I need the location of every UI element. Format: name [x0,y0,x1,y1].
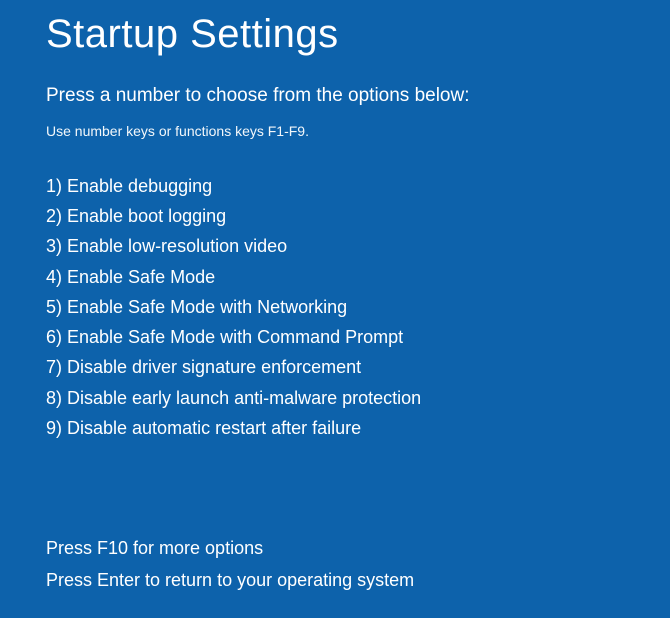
instruction-text: Press a number to choose from the option… [46,85,624,107]
option-item[interactable]: 8) Disable early launch anti-malware pro… [46,383,624,413]
option-item[interactable]: 7) Disable driver signature enforcement [46,352,624,382]
hint-text: Use number keys or functions keys F1-F9. [46,123,624,139]
option-item[interactable]: 1) Enable debugging [46,171,624,201]
option-item[interactable]: 3) Enable low-resolution video [46,231,624,261]
option-item[interactable]: 6) Enable Safe Mode with Command Prompt [46,322,624,352]
option-item[interactable]: 9) Disable automatic restart after failu… [46,413,624,443]
option-item[interactable]: 4) Enable Safe Mode [46,262,624,292]
more-options-text: Press F10 for more options [46,533,624,565]
option-item[interactable]: 5) Enable Safe Mode with Networking [46,292,624,322]
return-text: Press Enter to return to your operating … [46,565,624,597]
option-item[interactable]: 2) Enable boot logging [46,201,624,231]
options-list: 1) Enable debugging 2) Enable boot loggi… [46,171,624,443]
page-title: Startup Settings [46,12,624,57]
